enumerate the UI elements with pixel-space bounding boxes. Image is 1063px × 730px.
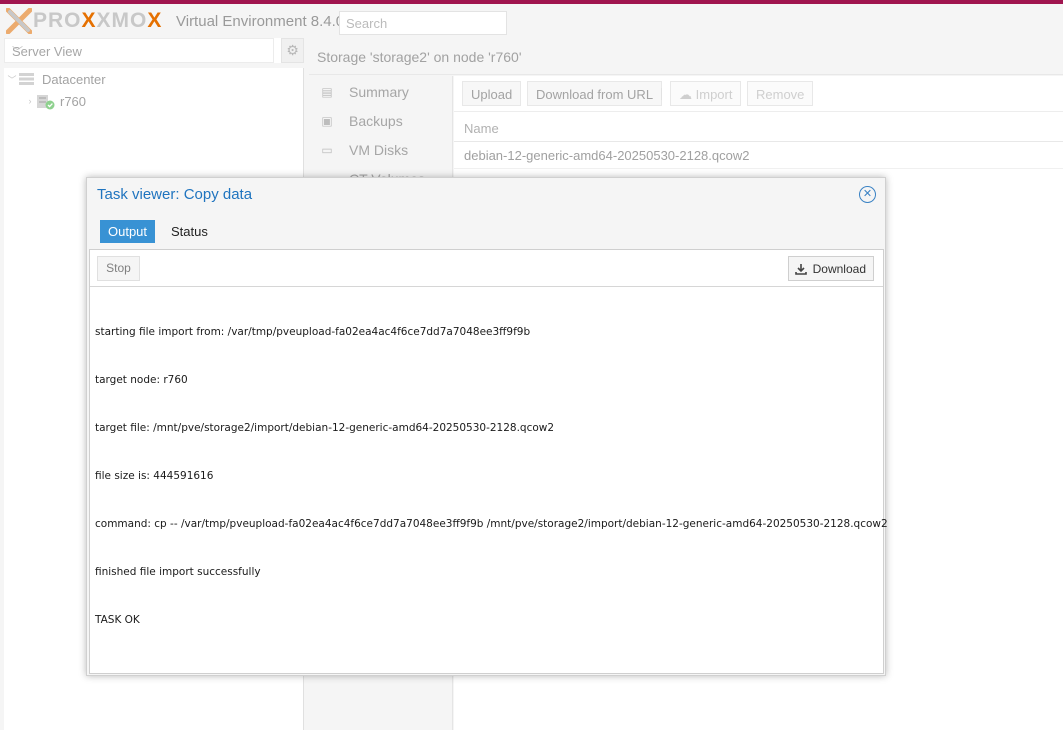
column-header-label: Name — [464, 121, 499, 136]
datacenter-icon — [18, 72, 36, 86]
log-line: target file: /mnt/pve/storage2/import/de… — [95, 422, 555, 434]
file-name-cell: debian-12-generic-amd64-20250530-2128.qc… — [464, 148, 750, 163]
task-log-output: starting file import from: /var/tmp/pveu… — [95, 292, 888, 660]
search-input[interactable]: Search — [339, 11, 507, 35]
gear-icon[interactable]: ⚙ — [281, 38, 304, 63]
log-line: file size is: 444591616 — [95, 470, 214, 482]
page-title: Storage 'storage2' on node 'r760' — [317, 49, 522, 65]
logo-text-x2: X — [147, 9, 163, 32]
download-from-url-button[interactable]: Download from URL — [527, 81, 663, 106]
table-row[interactable]: debian-12-generic-amd64-20250530-2128.qc… — [454, 142, 1063, 169]
tree-item-node-r760[interactable]: › r760 — [4, 90, 304, 112]
dialog-title: Task viewer: Copy data — [97, 186, 253, 203]
floppy-icon: ▣ — [321, 113, 333, 128]
nav-item-label: Backups — [349, 112, 403, 129]
nav-item-label: VM Disks — [349, 141, 409, 158]
logo-wordmark: PROXXMOX — [33, 9, 162, 33]
log-line: finished file import successfully — [95, 566, 261, 578]
chevron-down-icon: ﹀ — [12, 46, 23, 58]
log-line: command: cp -- /var/tmp/pveupload-fa02ea… — [95, 518, 888, 530]
view-selector[interactable]: Server View ﹀ — [4, 38, 274, 63]
logo-text-a: PRO — [33, 9, 82, 32]
nav-item-vm-disks[interactable]: ▭ VM Disks — [309, 135, 453, 164]
log-line: target node: r760 — [95, 374, 188, 386]
proxmox-x-icon — [5, 7, 33, 35]
tab-output[interactable]: Output — [100, 220, 156, 243]
logo-text-x: X — [81, 9, 97, 32]
upload-button[interactable]: Upload — [462, 81, 522, 106]
nav-item-label: Summary — [349, 83, 409, 100]
cloud-upload-icon: ☁ — [679, 87, 692, 102]
hdd-icon: ▭ — [321, 142, 333, 157]
toolbar-separator — [661, 88, 662, 100]
proxmox-logo[interactable]: PROXXMOX — [5, 7, 162, 35]
tree-item-label: r760 — [60, 93, 87, 109]
output-toolbar: Stop Download — [90, 250, 883, 287]
book-icon: ▤ — [321, 84, 333, 99]
stop-button[interactable]: Stop — [97, 256, 140, 281]
output-panel: Stop Download starting file import from:… — [89, 249, 888, 674]
tree-item-datacenter[interactable]: ﹀ Datacenter — [4, 68, 304, 90]
import-button-label: Import — [695, 87, 733, 102]
import-button[interactable]: ☁ Import — [670, 81, 742, 106]
top-bar: PROXXMOX Virtual Environment 8.4.0 Searc… — [0, 4, 1063, 38]
close-icon[interactable]: ✕ — [859, 186, 876, 203]
expand-icon[interactable]: › — [24, 96, 36, 106]
download-button-label: Download — [812, 261, 866, 276]
content-header: Storage 'storage2' on node 'r760' — [309, 38, 1063, 75]
node-online-icon — [36, 94, 55, 110]
tab-status[interactable]: Status — [163, 220, 216, 243]
download-icon — [794, 263, 807, 275]
collapse-icon[interactable]: ﹀ — [6, 73, 18, 86]
tree-item-label: Datacenter — [42, 71, 106, 87]
grid-column-header-name[interactable]: Name — [454, 113, 1063, 142]
content-toolbar: Upload Download from URL ☁ Import Remove — [454, 76, 1063, 112]
download-button[interactable]: Download — [787, 256, 874, 281]
log-line: TASK OK — [95, 614, 140, 626]
nav-item-summary[interactable]: ▤ Summary — [309, 77, 453, 106]
log-line: starting file import from: /var/tmp/pveu… — [95, 326, 531, 338]
nav-item-backups[interactable]: ▣ Backups — [309, 106, 453, 135]
task-viewer-dialog: Task viewer: Copy data ✕ Output Status S… — [86, 177, 888, 676]
version-label: Virtual Environment 8.4.0 — [176, 13, 345, 30]
remove-button[interactable]: Remove — [747, 81, 814, 106]
logo-text-b: XMO — [96, 9, 148, 32]
